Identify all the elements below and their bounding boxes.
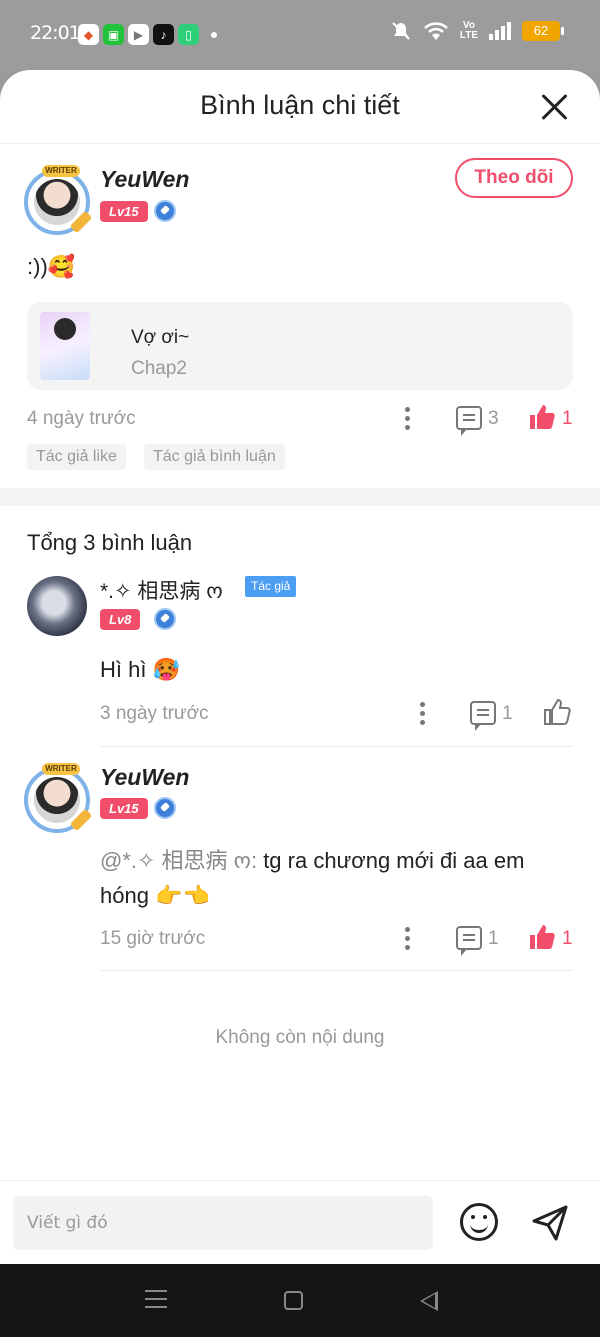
tiktok-icon: ♪ [153, 24, 174, 45]
send-icon[interactable] [530, 1203, 570, 1243]
emoji-icon[interactable] [460, 1203, 498, 1241]
system-nav-bar [0, 1264, 600, 1337]
battery-indicator: 62 [522, 21, 564, 41]
sheet-header: Bình luận chi tiết [0, 70, 600, 144]
reply-separator [100, 746, 573, 747]
comment-input-bar [0, 1180, 600, 1264]
signal-icon [489, 22, 511, 40]
reply-icon[interactable] [456, 926, 482, 956]
avatar-image [34, 179, 80, 225]
level-badge: Lv8 [100, 609, 141, 630]
status-bar: 22:01 ◆ ▣ ▶ ♪ ▯ Vo LTE 62 [0, 0, 600, 70]
chapter-subtitle: Chap2 [131, 358, 187, 379]
menu-icon[interactable] [145, 1290, 167, 1308]
comment-time: 4 ngày trước [27, 408, 136, 429]
reply-text: Hì hì 🥵 [100, 657, 180, 682]
like-outline-icon[interactable] [543, 698, 571, 726]
reply-time: 15 giờ trước [100, 928, 206, 949]
level-badge: Lv15 [100, 798, 148, 819]
wechat-icon: ▣ [103, 24, 124, 45]
reply-count: 3 [488, 408, 499, 429]
reply-author-name[interactable]: YeuWen [100, 764, 189, 791]
game-icon: ◆ [78, 24, 99, 45]
reply-separator [100, 970, 573, 971]
comment-detail-sheet: Bình luận chi tiết WRITER YeuWen Lv15 Th… [0, 70, 600, 1264]
reply-mention[interactable]: @*.✧ 相思病 ო: [100, 848, 263, 873]
author-name[interactable]: YeuWen [100, 166, 189, 193]
close-button[interactable] [540, 92, 570, 122]
reply-icon[interactable] [470, 701, 496, 731]
reply-count: 1 [502, 703, 513, 724]
app-icon: ▯ [178, 24, 199, 45]
reply-time: 3 ngày trước [100, 703, 209, 724]
status-app-icons: ◆ ▣ ▶ ♪ ▯ [78, 24, 217, 45]
status-indicators: Vo LTE 62 [390, 20, 564, 42]
status-time: 22:01 [30, 22, 81, 44]
reply-avatar[interactable] [27, 576, 87, 636]
tag-author-comment: Tác giả bình luận [144, 444, 285, 470]
chapter-thumbnail [40, 312, 90, 380]
chapter-card[interactable]: Vợ ơi~ Chap2 [27, 302, 573, 390]
reply-icon[interactable] [456, 406, 482, 436]
section-divider [0, 488, 600, 506]
comment-text: :))🥰 [27, 254, 76, 279]
reply-author-name[interactable]: *.✧ 相思病 ო [100, 575, 223, 605]
like-filled-icon[interactable] [528, 923, 556, 951]
more-options-icon[interactable] [405, 927, 411, 953]
vip-icon [154, 608, 176, 630]
page-title: Bình luận chi tiết [200, 90, 400, 120]
like-filled-icon[interactable] [528, 403, 556, 431]
more-options-icon[interactable] [405, 407, 411, 433]
tag-author-like: Tác giả like [27, 444, 126, 470]
vip-icon [154, 797, 176, 819]
follow-button[interactable]: Theo dõi [455, 158, 573, 198]
end-of-content: Không còn nội dung [215, 1027, 385, 1048]
notification-dot [211, 31, 217, 38]
home-icon[interactable] [284, 1291, 303, 1310]
author-avatar[interactable]: WRITER [24, 165, 93, 235]
writer-badge: WRITER [42, 763, 80, 775]
wifi-icon [423, 22, 448, 40]
volte-label: Vo LTE [459, 20, 478, 41]
more-options-icon[interactable] [420, 702, 426, 728]
comment-input[interactable] [13, 1196, 433, 1250]
reply-avatar[interactable]: WRITER [24, 763, 93, 833]
chapter-title: Vợ ơi~ [131, 327, 190, 348]
level-badge: Lv15 [100, 201, 148, 222]
mute-icon [392, 22, 410, 40]
like-count: 1 [562, 408, 573, 429]
avatar-image [34, 777, 80, 823]
writer-badge: WRITER [42, 165, 80, 177]
like-count: 1 [562, 928, 573, 949]
youtube-icon: ▶ [128, 24, 149, 45]
reply-text: @*.✧ 相思病 ო: tg ra chương mới đi aa em hó… [100, 843, 570, 913]
reply-count: 1 [488, 928, 499, 949]
total-comments-label: Tổng 3 bình luận [27, 530, 193, 555]
author-tag-badge: Tác giả [245, 576, 297, 597]
vip-icon [154, 200, 176, 222]
back-icon[interactable] [420, 1291, 438, 1311]
